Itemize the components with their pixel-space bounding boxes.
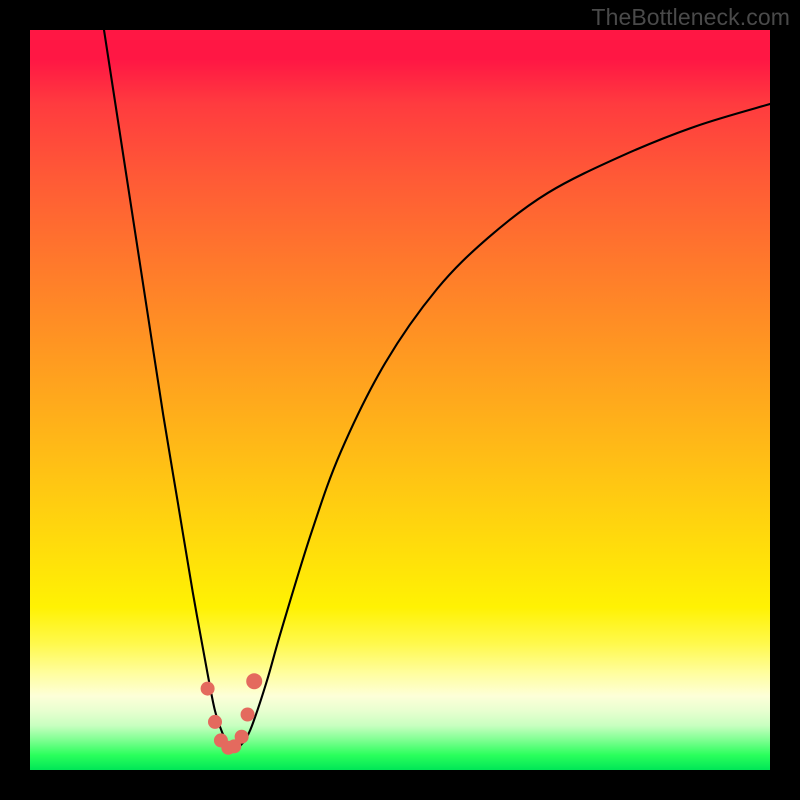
plot-area [30,30,770,770]
plot-svg [30,30,770,770]
highlight-markers [201,673,263,755]
bottleneck-curve [104,30,770,749]
chart-stage: TheBottleneck.com [0,0,800,800]
highlight-marker [241,708,255,722]
highlight-marker [208,715,222,729]
highlight-marker [246,673,262,689]
highlight-marker [201,682,215,696]
watermark-text: TheBottleneck.com [591,4,790,31]
highlight-marker [235,730,249,744]
